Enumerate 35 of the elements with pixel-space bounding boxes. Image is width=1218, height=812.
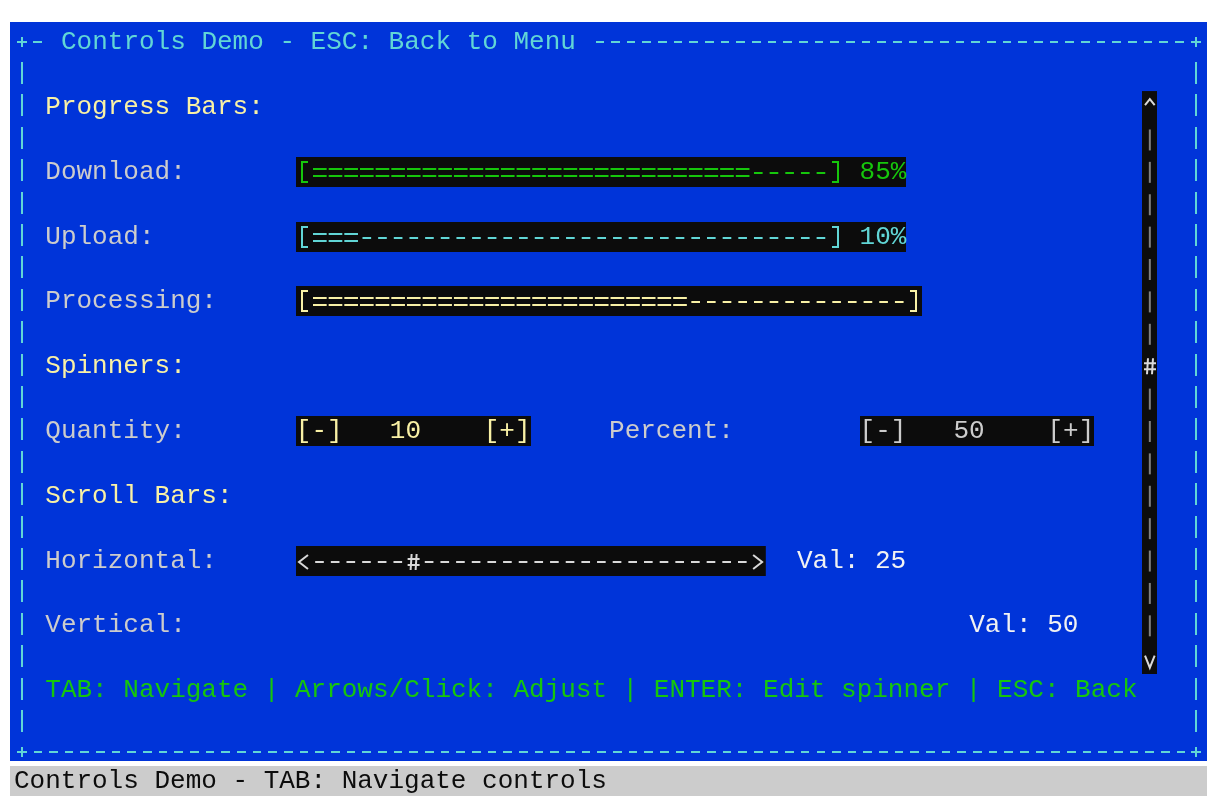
section-heading: Scroll Bars: [45,480,233,511]
plus-icon [16,746,27,757]
plus-icon [1191,746,1202,757]
section-heading: Spinners: [45,351,186,382]
spinner-value[interactable]: 10 [342,415,484,446]
decrement-button[interactable]: [-] [295,415,343,446]
value-label: Val: 25 [796,545,907,576]
field-label: Processing: [45,286,218,317]
horizontal-scrollbar[interactable] [295,545,766,576]
field-label: Download: [45,156,187,187]
field-label: Quantity: [45,415,187,446]
plus-icon [1191,37,1202,48]
vertical-scrollbar[interactable] [1141,90,1158,674]
bracket-icon [300,290,309,313]
field-label: Percent: [609,415,735,446]
bracket-icon [300,225,309,248]
window-title: Controls Demo - ESC: Back to Menu [60,26,576,59]
decrement-button[interactable]: [-] [859,415,907,446]
status-bar: Controls Demo - TAB: Navigate controls [10,765,1207,796]
spinner-value[interactable]: 50 [906,415,1048,446]
scroll-thumb[interactable] [406,552,421,571]
plus-icon [16,37,27,48]
increment-button[interactable]: [+] [1047,415,1095,446]
help-text: TAB: Navigate | Arrows/Click: Adjust | ENTER: Edit spinner | ESC: Back [45,675,1138,706]
scroll-thumb[interactable] [1142,357,1157,375]
bracket-icon [300,160,309,183]
field-label: Upload: [45,221,156,252]
increment-button[interactable]: [+] [483,415,531,446]
field-label: Horizontal: [45,545,218,576]
bracket-icon [909,290,918,313]
field-label: Vertical: [45,610,187,641]
section-heading: Progress Bars: [45,91,264,122]
bracket-icon [830,160,839,183]
bracket-icon [830,225,839,248]
value-label: Val: 50 [969,610,1079,641]
